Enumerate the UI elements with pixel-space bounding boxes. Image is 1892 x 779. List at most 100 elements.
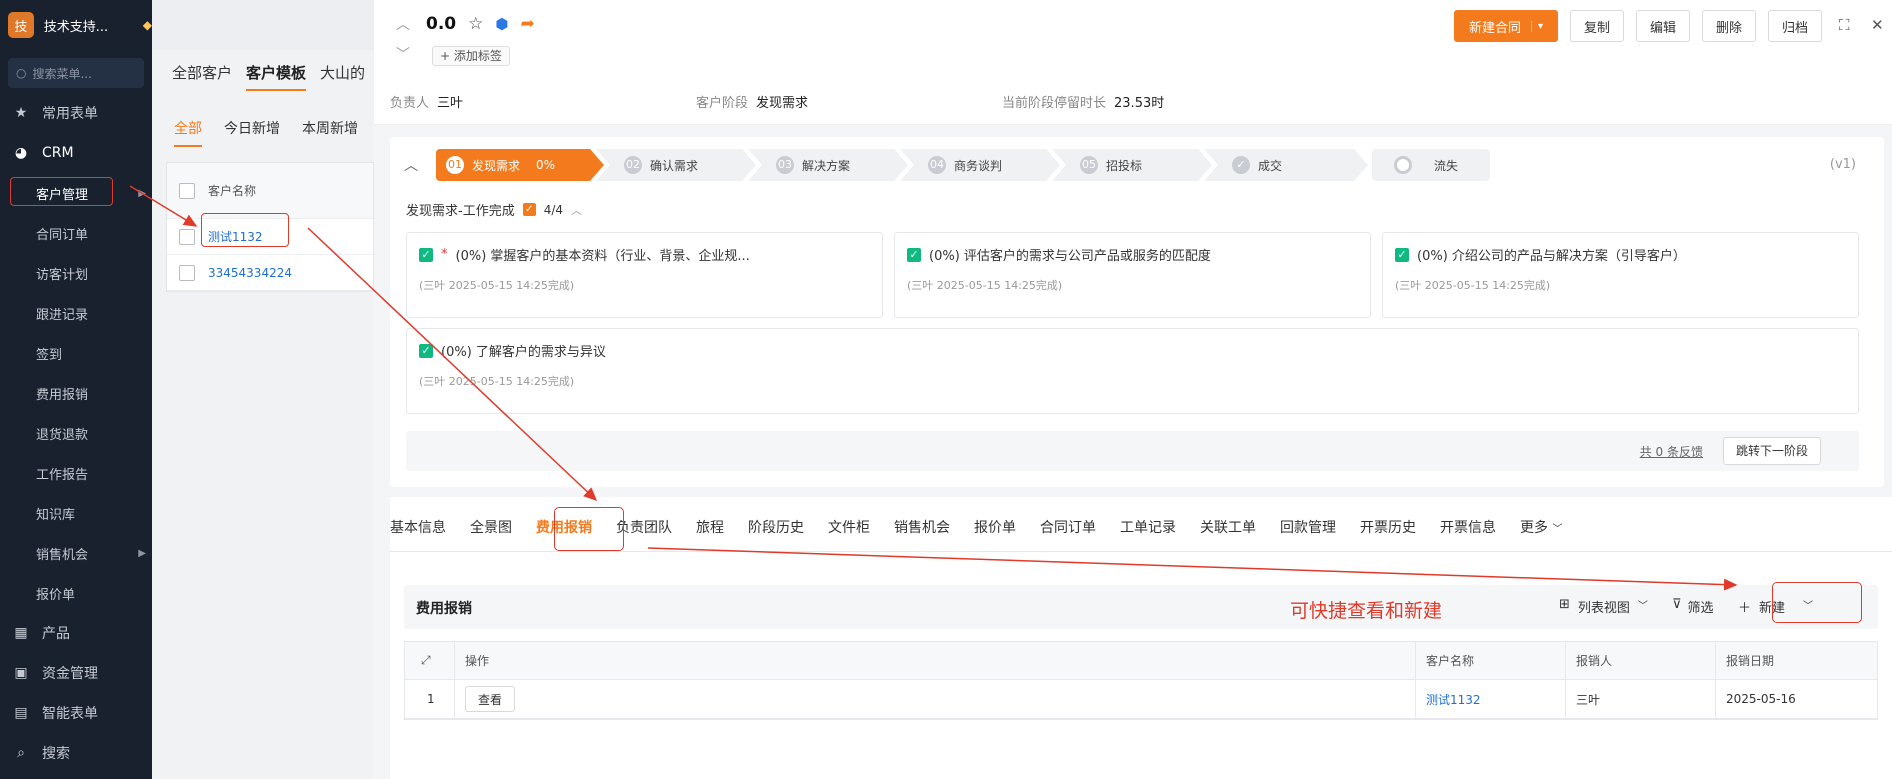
stage-card: ︿ 01 发现需求 0% 02 确认需求 03 解决方案 04 商务谈判 05 招投标 ✓ 成… [390, 137, 1884, 487]
tab-workorder[interactable]: 工单记录 [1120, 517, 1176, 537]
sidebar-item-refund[interactable]: 退货退款 [0, 413, 152, 453]
tab-quote[interactable]: 报价单 [974, 517, 1016, 537]
stage-step[interactable]: 05 招投标 [1052, 149, 1212, 181]
stage-step[interactable]: 流失 [1372, 149, 1490, 181]
task-card[interactable]: ✓ (0%) 评估客户的需求与公司产品或服务的匹配度 (三叶 2025-05-15… [894, 232, 1371, 318]
menu-search-input[interactable]: ○ 搜索菜单... [8, 58, 144, 88]
fullscreen-icon[interactable]: ⛶ [1839, 16, 1850, 34]
archive-button[interactable]: 归档 [1768, 10, 1822, 42]
stage-step[interactable]: 01 发现需求 0% [436, 149, 604, 181]
checkbox-checked-icon[interactable]: ✓ [1395, 247, 1409, 262]
checkbox-checked-icon[interactable]: ✓ [907, 247, 921, 262]
sidebar-item-label: 费用报销 [36, 387, 89, 403]
list-view-dropdown[interactable]: ⊞ 列表视图 ﹀ [1559, 597, 1648, 616]
customer-link[interactable]: 测试1132 [1416, 680, 1566, 718]
sidebar-item-visit-plan[interactable]: 访客计划 [0, 253, 152, 293]
task-text: (0%) 掌握客户的基本资料（行业、背景、企业规... [455, 249, 750, 264]
edit-button[interactable]: 编辑 [1636, 10, 1690, 42]
tab-customer-template[interactable]: 客户模板 [246, 62, 307, 91]
filter-week[interactable]: 本周新增 [302, 118, 358, 147]
expense-table: ⤢ 操作 客户名称 报销人 报销日期 1 查看 测试1132 三叶 2025-0… [404, 641, 1878, 720]
record-drawer: ︿ ﹀ 0.0 ☆ ⬢ ➦ + 添加标签 新建合同 ▾ 复制 编辑 删除 归档 … [374, 0, 1892, 779]
brand[interactable]: 技 技术支持... ◆ [0, 0, 152, 50]
tab-payment[interactable]: 回款管理 [1280, 517, 1336, 537]
sidebar-item-opportunity[interactable]: 销售机会 ▶ [0, 533, 152, 573]
sidebar-item-followup[interactable]: 跟进记录 [0, 293, 152, 333]
nav-group-label: 产品 [42, 626, 70, 642]
task-card[interactable]: ✓ (0%) 了解客户的需求与异议 (三叶 2025-05-15 14:25完成) [406, 328, 1859, 414]
form-icon: ▤ [14, 705, 28, 721]
tab-more[interactable]: 更多 ﹀ [1520, 517, 1562, 537]
detail-section: 基本信息 全景图 费用报销 负责团队 旅程 阶段历史 文件柜 销售机会 报价单 … [390, 497, 1892, 779]
filter-button[interactable]: ⊽ 筛选 [1672, 597, 1714, 616]
delete-button[interactable]: 删除 [1702, 10, 1756, 42]
chevron-up-icon[interactable]: ︿ [396, 14, 410, 34]
sidebar-item-expense[interactable]: 费用报销 [0, 373, 152, 413]
tab-all-customers[interactable]: 全部客户 [172, 62, 232, 91]
filter-today[interactable]: 今日新增 [224, 118, 280, 147]
tab-team[interactable]: 负责团队 [616, 517, 672, 537]
expand-icon[interactable]: ⤢ [405, 642, 455, 679]
customer-link[interactable]: 33454334224 [208, 266, 292, 280]
tab-linked-workorder[interactable]: 关联工单 [1200, 517, 1256, 537]
version-label: (v1) [1829, 157, 1856, 172]
sidebar-item-contract[interactable]: 合同订单 [0, 213, 152, 253]
stage-step[interactable]: 04 商务谈判 [900, 149, 1060, 181]
tab-invoice-info[interactable]: 开票信息 [1440, 517, 1496, 537]
view-button[interactable]: 查看 [465, 686, 516, 712]
search-icon: ⌕ [17, 745, 25, 761]
tab-opportunity[interactable]: 销售机会 [894, 517, 950, 537]
stage-step[interactable]: 02 确认需求 [596, 149, 756, 181]
checkbox-checked-icon[interactable]: ✓ [419, 247, 433, 262]
task-card[interactable]: ✓ * (0%) 掌握客户的基本资料（行业、背景、企业规... (三叶 2025-0… [406, 232, 883, 318]
stage-step[interactable]: ✓ 成交 [1204, 149, 1368, 181]
nav-group-forms[interactable]: ▤ 智能表单 [0, 693, 152, 733]
tab-stage-history[interactable]: 阶段历史 [748, 517, 804, 537]
nav-group-product[interactable]: ▦ 产品 [0, 613, 152, 653]
chevron-down-icon[interactable]: ﹀ [396, 44, 410, 64]
chevron-up-icon[interactable]: ︿ [571, 202, 582, 218]
stage-label: 客户阶段 [696, 96, 749, 111]
share-icon[interactable]: ➦ [520, 14, 534, 34]
org-name: 技术支持... [43, 19, 109, 35]
star-icon[interactable]: ☆ [468, 14, 483, 34]
tab-panorama[interactable]: 全景图 [470, 517, 512, 537]
sidebar-item-label: 退货退款 [36, 427, 89, 443]
stage-step[interactable]: 03 解决方案 [748, 149, 908, 181]
nav-group-search[interactable]: ⌕ 搜索 [0, 733, 152, 773]
sidebar-item-label: 跟进记录 [36, 307, 89, 323]
add-tag-button[interactable]: + 添加标签 [432, 46, 510, 66]
tab-files[interactable]: 文件柜 [828, 517, 870, 537]
sidebar-item-checkin[interactable]: 签到 [0, 333, 152, 373]
reimburse-date: 2025-05-16 [1726, 692, 1796, 706]
row-checkbox[interactable] [179, 264, 195, 281]
chevron-down-icon[interactable]: ▾ [1530, 20, 1543, 32]
filter-all[interactable]: 全部 [174, 118, 202, 147]
new-contract-button[interactable]: 新建合同 ▾ [1454, 10, 1558, 42]
row-checkbox[interactable] [179, 228, 195, 245]
feedback-link[interactable]: 共 0 条反馈 [1640, 443, 1703, 460]
collapse-icon[interactable]: ︿ [404, 155, 418, 175]
checkbox-checked-icon[interactable]: ✓ [419, 343, 433, 358]
sidebar-item-quote[interactable]: 报价单 [0, 573, 152, 613]
tab-contract[interactable]: 合同订单 [1040, 517, 1096, 537]
select-all-checkbox[interactable] [179, 182, 195, 199]
step-number: 05 [1080, 156, 1098, 174]
task-card[interactable]: ✓ (0%) 介绍公司的产品与解决方案（引导客户） (三叶 2025-05-15 … [1382, 232, 1859, 318]
next-stage-button[interactable]: 跳转下一阶段 [1722, 437, 1821, 465]
tab-invoice-history[interactable]: 开票历史 [1360, 517, 1416, 537]
sidebar-item-knowledge[interactable]: 知识库 [0, 493, 152, 533]
close-icon[interactable]: ✕ [1871, 16, 1884, 34]
tab-basic-info[interactable]: 基本信息 [390, 517, 446, 537]
tab-journey[interactable]: 旅程 [696, 517, 724, 537]
nav-group-crm[interactable]: ◕ CRM [0, 133, 152, 173]
work-title: 发现需求-工作完成 [406, 204, 515, 219]
stage-field: 客户阶段 发现需求 [696, 92, 808, 111]
nav-group-funds[interactable]: ▣ 资金管理 [0, 653, 152, 693]
table-row[interactable]: 1 查看 测试1132 三叶 2025-05-16 [405, 680, 1877, 719]
table-row[interactable]: 33454334224 [167, 255, 373, 291]
tab-other[interactable]: 大山的 [320, 62, 365, 91]
copy-button[interactable]: 复制 [1570, 10, 1624, 42]
nav-group-favorites[interactable]: ★ 常用表单 [0, 93, 152, 133]
sidebar-item-report[interactable]: 工作报告 [0, 453, 152, 493]
